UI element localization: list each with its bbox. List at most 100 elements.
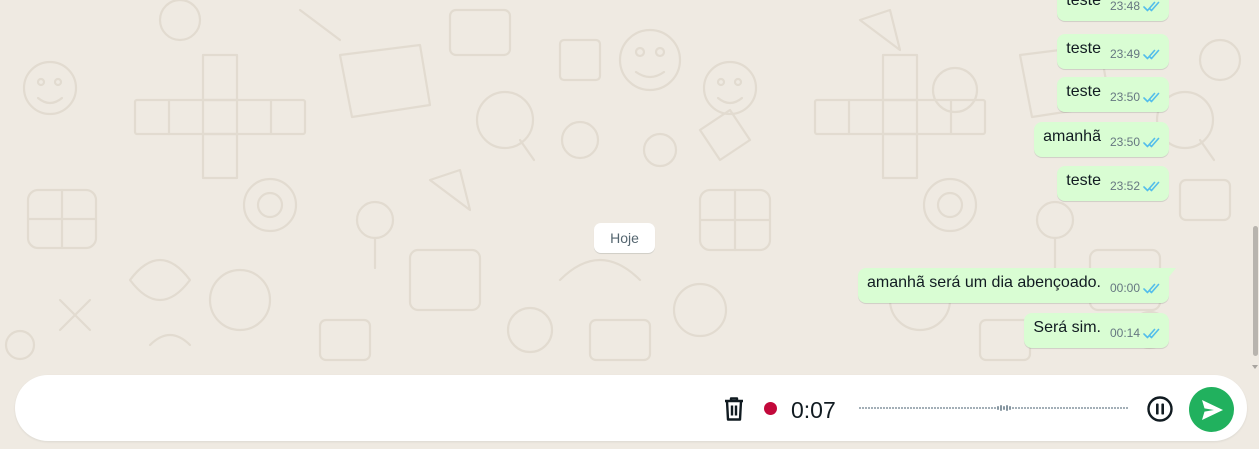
waveform-bar (958, 407, 960, 409)
waveform-bar (877, 407, 879, 409)
waveform-bar (985, 407, 987, 409)
message-text: teste (1066, 0, 1101, 9)
message-text: teste (1066, 83, 1101, 100)
waveform-bar (1009, 406, 1011, 410)
waveform-bar (919, 407, 921, 409)
waveform-bar (898, 407, 900, 409)
waveform-bar (982, 407, 984, 409)
waveform-bar (1030, 407, 1032, 409)
message-meta: 23:50 (1110, 135, 1161, 149)
waveform-bar (970, 407, 972, 409)
waveform-bar (1096, 407, 1098, 409)
waveform-bar (895, 407, 897, 409)
pause-icon (1147, 396, 1173, 422)
recording-timer: 0:07 (791, 397, 836, 423)
waveform-bar (946, 407, 948, 409)
waveform-bar (892, 407, 894, 409)
waveform-bar (922, 407, 924, 409)
waveform-bar (1021, 407, 1023, 409)
waveform-bar (1051, 407, 1053, 409)
outgoing-message[interactable]: teste 23:49 (1057, 34, 1169, 69)
waveform-bar (1075, 407, 1077, 409)
outgoing-message[interactable]: teste 23:50 (1057, 77, 1169, 112)
waveform-bar (961, 407, 963, 409)
waveform-bar (910, 407, 912, 409)
double-check-read-icon (1143, 92, 1160, 103)
waveform-bar (913, 407, 915, 409)
waveform-bar (1087, 407, 1089, 409)
waveform-bar (955, 407, 957, 409)
outgoing-message[interactable]: teste 23:48 (1057, 0, 1169, 21)
waveform-bar (889, 407, 891, 409)
waveform-bar (1123, 407, 1125, 409)
waveform-bar (1072, 407, 1074, 409)
waveform-bar (1078, 407, 1080, 409)
waveform-bar (883, 407, 885, 409)
delete-recording-button[interactable] (722, 396, 746, 422)
waveform-bar (1012, 407, 1014, 409)
message-time: 23:50 (1109, 90, 1140, 104)
waveform-bar (871, 407, 873, 409)
outgoing-message[interactable]: teste 23:52 (1057, 166, 1169, 201)
waveform-bar (859, 407, 861, 409)
waveform-bar (880, 407, 882, 409)
outgoing-message[interactable]: amanhã 23:50 (1034, 122, 1169, 157)
message-time: 23:50 (1109, 135, 1140, 149)
outgoing-message[interactable]: Será sim. 00:14 (1024, 313, 1169, 348)
waveform-bar (904, 407, 906, 409)
scroll-down-arrow-icon[interactable] (1252, 365, 1258, 369)
message-text: Será sim. (1033, 319, 1101, 336)
waveform-bar (1003, 406, 1005, 410)
waveform-bar (991, 407, 993, 409)
outgoing-message[interactable]: amanhã será um dia abençoado. 00:00 (858, 268, 1176, 303)
trash-icon (725, 397, 743, 421)
waveform-bar (943, 407, 945, 409)
message-meta: 23:52 (1110, 179, 1161, 193)
message-time: 23:49 (1109, 47, 1140, 61)
waveform-bar (1060, 407, 1062, 409)
waveform-bar (1084, 407, 1086, 409)
waveform-bar (940, 407, 942, 409)
scrollbar-thumb[interactable] (1253, 226, 1258, 356)
waveform-bar (952, 407, 954, 409)
message-meta: 00:14 (1110, 326, 1161, 340)
waveform-bar (1042, 407, 1044, 409)
waveform-bar (868, 407, 870, 409)
waveform-bar (1111, 407, 1113, 409)
pause-recording-button[interactable] (1146, 395, 1174, 423)
waveform-bar (1036, 407, 1038, 409)
waveform-bar (967, 407, 969, 409)
message-list[interactable]: teste 23:48 teste 23:49 teste 23:50 amanhã 23:5… (0, 0, 1250, 370)
waveform-bar (874, 407, 876, 409)
waveform-bar (1108, 407, 1110, 409)
waveform-bar (1006, 405, 1008, 411)
waveform-bar (973, 407, 975, 409)
waveform-bar (997, 406, 999, 410)
waveform-bar (862, 407, 864, 409)
waveform-bar (979, 407, 981, 409)
double-check-read-icon (1143, 181, 1160, 192)
send-button[interactable] (1189, 387, 1234, 432)
message-text: amanhã (1043, 128, 1101, 145)
send-icon (1201, 399, 1223, 420)
waveform-bar (1090, 407, 1092, 409)
double-check-read-icon (1143, 328, 1160, 339)
waveform-bar (1102, 407, 1104, 409)
waveform-bar (1093, 407, 1095, 409)
chat-window: teste 23:48 teste 23:49 teste 23:50 amanhã 23:5… (0, 0, 1259, 449)
waveform-bar (886, 407, 888, 409)
message-text: teste (1066, 40, 1101, 57)
message-time: 23:48 (1109, 0, 1140, 13)
waveform-bar (1039, 407, 1041, 409)
waveform-bar (925, 407, 927, 409)
message-time: 23:52 (1109, 179, 1140, 193)
waveform-bar (1018, 407, 1020, 409)
waveform-bar (1033, 407, 1035, 409)
waveform-bar (934, 407, 936, 409)
double-check-read-icon (1143, 283, 1160, 294)
message-meta: 23:50 (1110, 90, 1161, 104)
waveform-bar (1045, 407, 1047, 409)
recording-indicator-dot (764, 402, 777, 415)
waveform-bar (1048, 407, 1050, 409)
message-text: teste (1066, 172, 1101, 189)
